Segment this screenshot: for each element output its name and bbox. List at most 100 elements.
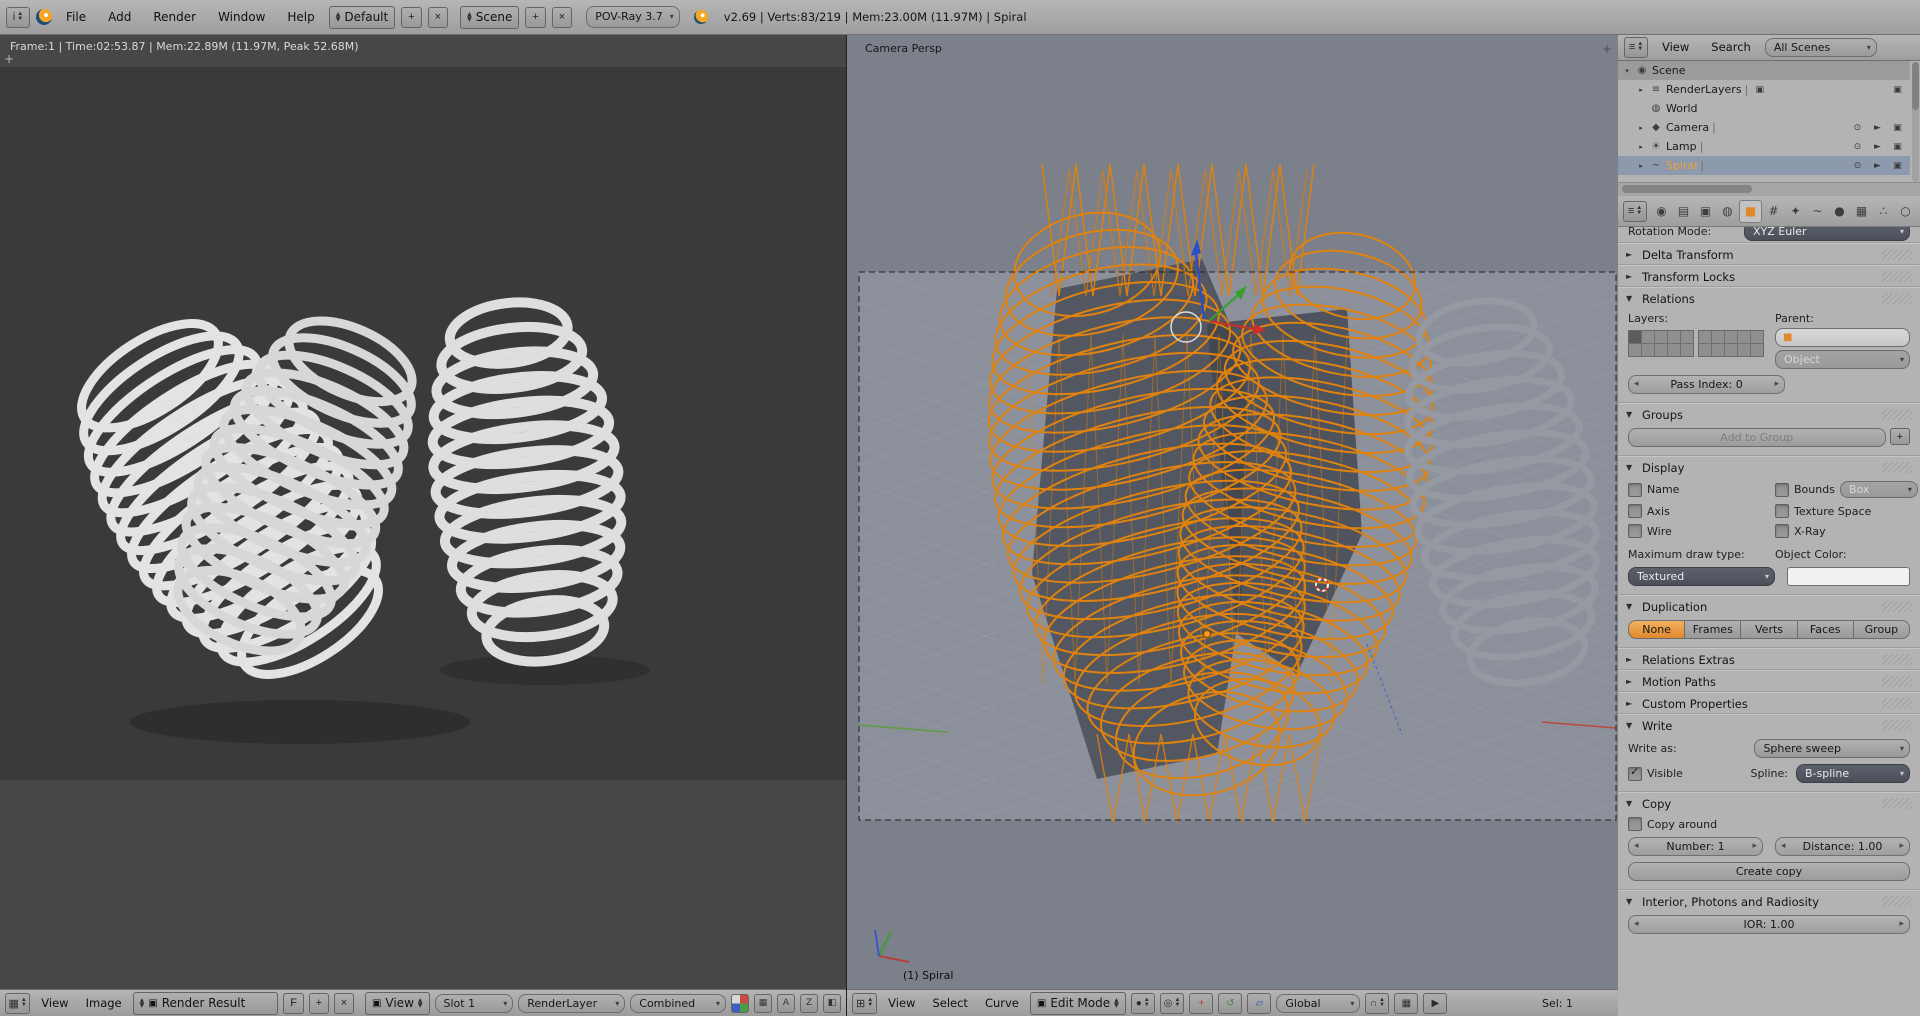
copy-distance-slider[interactable]: Distance: 1.00 xyxy=(1775,837,1910,856)
tab-render[interactable]: ◉ xyxy=(1651,201,1672,222)
screen-layout-selector[interactable]: Default xyxy=(329,6,395,29)
menu-add[interactable]: Add xyxy=(100,8,139,26)
tab-scene[interactable]: ▣ xyxy=(1695,201,1716,222)
channels-z-button[interactable]: Z xyxy=(800,994,818,1013)
new-image-button[interactable]: + xyxy=(309,993,329,1014)
add-to-group-button[interactable]: Add to Group xyxy=(1628,428,1886,447)
dup-none-button[interactable]: None xyxy=(1628,620,1685,639)
outliner-row-world[interactable]: ◍ World xyxy=(1618,99,1910,118)
disclosure-closed-icon[interactable]: ▸ xyxy=(1636,86,1646,94)
outliner-row-renderlayers[interactable]: ▸ ≡ RenderLayers | ▣ ▣ xyxy=(1618,80,1910,99)
checkbox[interactable] xyxy=(1775,524,1789,538)
outliner-filter-dropdown[interactable]: All Scenes xyxy=(1765,38,1877,57)
panel-write-header[interactable]: Write xyxy=(1618,715,1920,736)
outliner-row-scene[interactable]: ▾ ◉ Scene xyxy=(1618,61,1910,80)
renderability-icon[interactable]: ▣ xyxy=(1889,161,1906,171)
editor-type-image-button[interactable]: ▦ xyxy=(5,993,30,1014)
channels-rgb-button[interactable]: ▦ xyxy=(754,994,772,1013)
spline-dropdown[interactable]: B-spline xyxy=(1796,764,1910,783)
remove-scene-button[interactable]: × xyxy=(552,7,572,28)
rotation-mode-dropdown[interactable]: XYZ Euler xyxy=(1744,227,1910,241)
tab-material[interactable]: ● xyxy=(1829,201,1850,222)
opengl-render-button[interactable]: ▦ xyxy=(1394,993,1418,1014)
channels-exposure-button[interactable]: ◧ xyxy=(823,994,841,1013)
parent-object-field[interactable]: ■ xyxy=(1775,328,1910,347)
checkbox[interactable] xyxy=(1628,524,1642,538)
checkbox[interactable] xyxy=(1775,483,1789,497)
menu-file[interactable]: File xyxy=(58,8,94,26)
panel-relations-header[interactable]: Relations xyxy=(1618,288,1920,309)
tab-texture[interactable]: ▦ xyxy=(1851,201,1872,222)
panel-grip[interactable] xyxy=(1882,249,1912,260)
selectability-icon[interactable]: ► xyxy=(1869,123,1886,133)
menu-view[interactable]: View xyxy=(882,995,921,1011)
outliner-row-spiral[interactable]: ▸ ~ Spiral | ⊙ ► ▣ xyxy=(1618,156,1910,175)
checkbox[interactable] xyxy=(1628,483,1642,497)
editor-type-info-button[interactable]: i xyxy=(6,7,30,28)
layers-grid[interactable] xyxy=(1628,330,1763,357)
add-scene-button[interactable]: + xyxy=(525,7,545,28)
menu-view[interactable]: View xyxy=(35,995,74,1011)
outliner-row-camera[interactable]: ▸ ◆ Camera | ⊙ ► ▣ xyxy=(1618,118,1910,137)
region-expand-icon[interactable]: + xyxy=(1602,42,1612,56)
ior-slider[interactable]: IOR: 1.00 xyxy=(1628,915,1910,934)
parent-type-dropdown[interactable]: Object xyxy=(1775,350,1910,369)
panel-grip[interactable] xyxy=(1882,676,1912,687)
disclosure-open-icon[interactable]: ▾ xyxy=(1622,67,1632,75)
panel-grip[interactable] xyxy=(1882,601,1912,612)
render-layer-dropdown[interactable]: RenderLayer xyxy=(518,994,625,1013)
panel-motion-paths-header[interactable]: Motion Paths xyxy=(1618,671,1920,692)
panel-grip[interactable] xyxy=(1882,293,1912,304)
panel-grip[interactable] xyxy=(1882,654,1912,665)
editor-type-outliner-button[interactable]: ≡ xyxy=(1624,37,1648,58)
checkbox-checked[interactable] xyxy=(1628,767,1642,781)
object-color-swatch[interactable] xyxy=(1787,567,1910,586)
visibility-eye-icon[interactable]: ⊙ xyxy=(1849,161,1866,171)
panel-relations-extras-header[interactable]: Relations Extras xyxy=(1618,649,1920,670)
xray-checkbox[interactable]: X-Ray xyxy=(1775,524,1910,538)
checkbox[interactable] xyxy=(1628,817,1642,831)
tab-physics[interactable]: ○ xyxy=(1895,201,1916,222)
menu-search[interactable]: Search xyxy=(1703,38,1759,56)
opengl-render-anim-button[interactable]: ▶ xyxy=(1423,993,1447,1014)
mode-dropdown[interactable]: ▣ Edit Mode xyxy=(1030,992,1126,1015)
panel-groups-header[interactable]: Groups xyxy=(1618,404,1920,425)
render-pass-dropdown[interactable]: Combined xyxy=(630,994,726,1013)
tab-world[interactable]: ◍ xyxy=(1717,201,1738,222)
panel-duplication-header[interactable]: Duplication xyxy=(1618,596,1920,617)
visibility-eye-icon[interactable]: ⊙ xyxy=(1849,123,1866,133)
image-view-dropdown[interactable]: ▣ View xyxy=(365,992,430,1015)
disclosure-closed-icon[interactable]: ▸ xyxy=(1636,143,1646,151)
texture-space-checkbox[interactable]: Texture Space xyxy=(1775,504,1910,518)
disclosure-closed-icon[interactable]: ▸ xyxy=(1636,124,1646,132)
panel-display-header[interactable]: Display xyxy=(1618,457,1920,478)
render-engine-dropdown[interactable]: POV-Ray 3.7 xyxy=(586,6,680,28)
checkbox[interactable] xyxy=(1775,504,1789,518)
checkbox[interactable] xyxy=(1628,504,1642,518)
tab-particles[interactable]: ∴ xyxy=(1873,201,1894,222)
channels-rgba-button[interactable] xyxy=(731,994,749,1013)
menu-image[interactable]: Image xyxy=(80,995,128,1011)
render-slot-dropdown[interactable]: Slot 1 xyxy=(435,994,514,1013)
write-as-dropdown[interactable]: Sphere sweep xyxy=(1754,739,1910,758)
panel-grip[interactable] xyxy=(1882,462,1912,473)
panel-grip[interactable] xyxy=(1882,798,1912,809)
panel-delta-transform-header[interactable]: Delta Transform xyxy=(1618,244,1920,265)
new-group-button[interactable]: + xyxy=(1890,428,1910,445)
fake-user-button[interactable]: F xyxy=(283,993,303,1014)
pass-index-slider[interactable]: Pass Index: 0 xyxy=(1628,375,1785,394)
visible-checkbox[interactable]: Visible xyxy=(1628,767,1742,781)
transform-orientation-dropdown[interactable]: Global xyxy=(1276,994,1360,1013)
pivot-point-dropdown[interactable]: ◎ xyxy=(1160,993,1185,1014)
selectability-icon[interactable]: ► xyxy=(1869,142,1886,152)
dup-faces-button[interactable]: Faces xyxy=(1798,620,1854,639)
menu-render[interactable]: Render xyxy=(145,8,204,26)
bounds-checkbox[interactable]: Bounds Box xyxy=(1775,481,1910,498)
dup-verts-button[interactable]: Verts xyxy=(1741,620,1797,639)
copy-number-slider[interactable]: Number: 1 xyxy=(1628,837,1763,856)
name-checkbox[interactable]: Name xyxy=(1628,483,1763,497)
render-result-image[interactable] xyxy=(0,34,846,990)
copy-around-checkbox[interactable]: Copy around xyxy=(1628,817,1910,831)
bounds-type-dropdown[interactable]: Box xyxy=(1840,481,1918,498)
selectability-icon[interactable]: ► xyxy=(1869,161,1886,171)
